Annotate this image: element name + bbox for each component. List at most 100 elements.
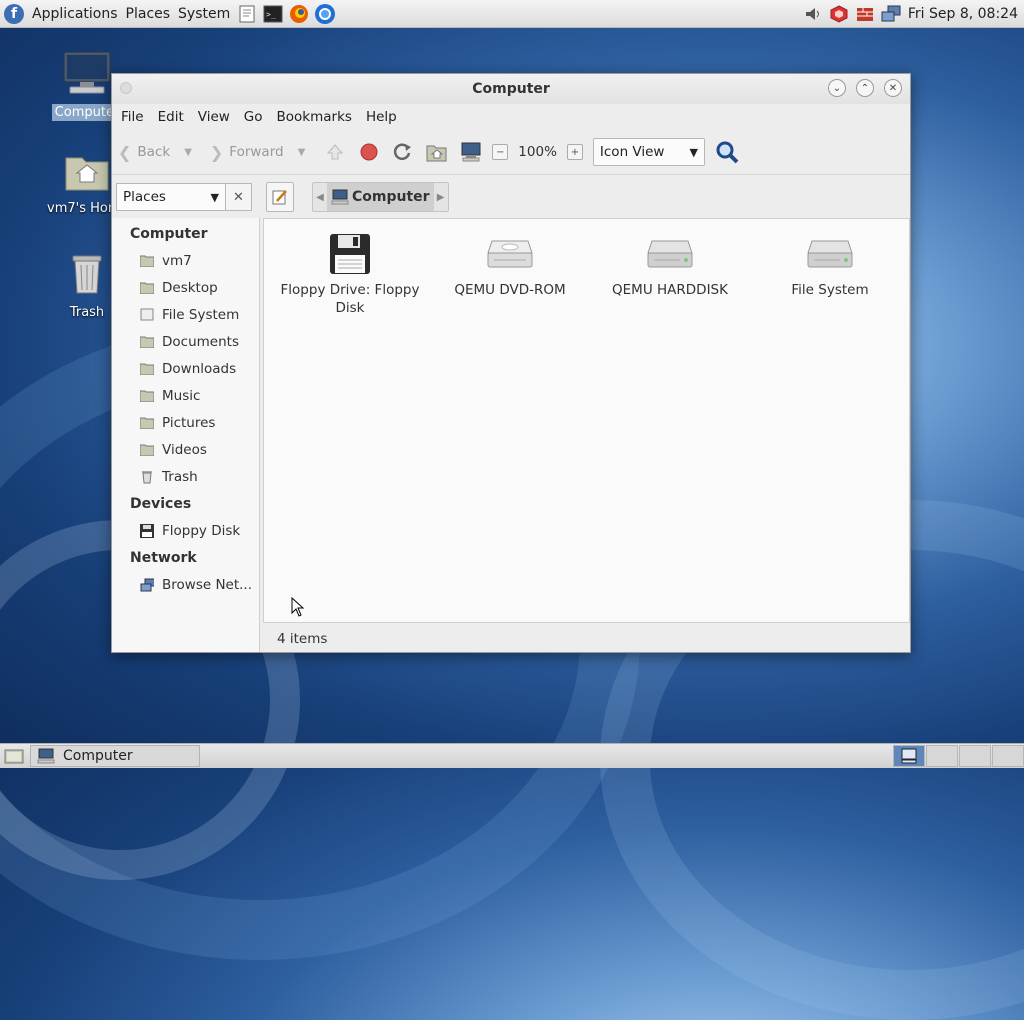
side-pane-label: Places bbox=[123, 189, 166, 205]
breadcrumb-left-icon[interactable]: ◀ bbox=[313, 192, 327, 203]
sidebar-item-label: File System bbox=[162, 306, 240, 323]
back-button[interactable]: ❮ Back ▼ bbox=[118, 143, 192, 162]
maximize-button[interactable]: ⌃ bbox=[856, 79, 874, 97]
firefox-launcher-icon[interactable] bbox=[288, 3, 310, 25]
taskbar-item-label: Computer bbox=[63, 748, 133, 764]
sidebar-item-music[interactable]: Music bbox=[112, 382, 259, 409]
menu-system[interactable]: System bbox=[174, 0, 234, 28]
reload-icon[interactable] bbox=[391, 140, 415, 164]
sidebar-item-pictures[interactable]: Pictures bbox=[112, 409, 259, 436]
sidebar-heading-computer: Computer bbox=[130, 225, 208, 242]
text-editor-launcher-icon[interactable] bbox=[236, 3, 258, 25]
sidebar-item-vm7[interactable]: vm7 bbox=[112, 247, 259, 274]
breadcrumb: ◀ Computer ▶ bbox=[312, 182, 449, 212]
menu-view[interactable]: View bbox=[191, 109, 237, 125]
svg-text:>_: >_ bbox=[266, 10, 276, 19]
menu-applications[interactable]: Applications bbox=[28, 0, 122, 28]
close-button[interactable]: ✕ bbox=[884, 79, 902, 97]
sidebar-item-label: Downloads bbox=[162, 360, 237, 377]
harddisk-icon bbox=[600, 231, 740, 277]
forward-button[interactable]: ❯ Forward ▼ bbox=[210, 143, 305, 162]
workspace-2[interactable] bbox=[926, 745, 958, 767]
forward-history-dropdown-icon[interactable]: ▼ bbox=[298, 147, 306, 158]
fedora-logo-icon[interactable]: f bbox=[4, 3, 24, 24]
sidebar-item-floppy-disk[interactable]: Floppy Disk bbox=[112, 517, 259, 544]
computer-icon bbox=[901, 748, 917, 764]
toggle-location-entry-button[interactable] bbox=[266, 182, 294, 212]
zoom-level[interactable]: 100% bbox=[518, 144, 557, 160]
sidebar-item-label: Pictures bbox=[162, 414, 216, 431]
home-icon[interactable] bbox=[425, 140, 449, 164]
sidebar-item-label: Documents bbox=[162, 333, 239, 350]
sidebar-item-videos[interactable]: Videos bbox=[112, 436, 259, 463]
view-mode-label: Icon View bbox=[599, 144, 665, 160]
window-title: Computer bbox=[472, 81, 550, 97]
network-status-icon[interactable] bbox=[880, 3, 902, 25]
harddisk-icon bbox=[760, 231, 900, 277]
menu-help[interactable]: Help bbox=[359, 109, 404, 125]
package-updater-icon[interactable] bbox=[828, 3, 850, 25]
zoom-in-button[interactable]: + bbox=[566, 144, 583, 160]
menu-edit[interactable]: Edit bbox=[151, 109, 191, 125]
toolbar: ❮ Back ▼ ❯ Forward ▼ − 100% + Icon View … bbox=[112, 130, 910, 175]
file-item-floppy-drive[interactable]: Floppy Drive: Floppy Disk bbox=[280, 231, 420, 317]
sidebar-item-browse-network[interactable]: Browse Net... bbox=[112, 571, 259, 598]
menubar: File Edit View Go Bookmarks Help bbox=[112, 104, 910, 130]
search-icon[interactable] bbox=[715, 140, 739, 164]
workspace-4[interactable] bbox=[992, 745, 1024, 767]
folder-icon bbox=[140, 362, 154, 376]
menu-bookmarks[interactable]: Bookmarks bbox=[270, 109, 359, 125]
side-pane-select[interactable]: Places ▼ bbox=[116, 183, 226, 211]
breadcrumb-computer[interactable]: Computer bbox=[327, 183, 434, 211]
back-arrow-icon: ❮ bbox=[118, 142, 132, 162]
stop-icon[interactable] bbox=[357, 140, 381, 164]
terminal-launcher-icon[interactable]: >_ bbox=[262, 3, 284, 25]
workspace-3[interactable] bbox=[959, 745, 991, 767]
sidebar-item-trash[interactable]: Trash bbox=[112, 463, 259, 490]
view-mode-select[interactable]: Icon View ▼ bbox=[592, 138, 705, 166]
menu-file[interactable]: File bbox=[114, 109, 151, 125]
taskbar-item-computer[interactable]: Computer bbox=[30, 745, 200, 767]
minimize-button[interactable]: ⌄ bbox=[828, 79, 846, 97]
volume-icon[interactable] bbox=[802, 3, 824, 25]
sidebar-item-label: Videos bbox=[162, 441, 207, 458]
firewall-icon[interactable] bbox=[854, 3, 876, 25]
sidebar-heading-network: Network bbox=[130, 549, 197, 566]
item-count: 4 items bbox=[277, 631, 328, 647]
sidebar-item-label: Browse Net... bbox=[162, 576, 253, 593]
back-history-dropdown-icon[interactable]: ▼ bbox=[184, 147, 192, 158]
computer-icon[interactable] bbox=[459, 140, 483, 164]
trash-icon bbox=[140, 470, 154, 484]
clock[interactable]: Fri Sep 8, 08:24 bbox=[904, 6, 1024, 22]
sidebar-item-downloads[interactable]: Downloads bbox=[112, 355, 259, 382]
thunderbird-launcher-icon[interactable] bbox=[314, 3, 336, 25]
file-item-dvd-rom[interactable]: QEMU DVD-ROM bbox=[440, 231, 580, 299]
back-label: Back bbox=[137, 144, 171, 160]
file-item-harddisk[interactable]: QEMU HARDDISK bbox=[600, 231, 740, 299]
top-panel: f Applications Places System >_ Fri Sep … bbox=[0, 0, 1024, 28]
file-item-label: QEMU DVD-ROM bbox=[454, 282, 566, 298]
computer-icon bbox=[37, 748, 55, 764]
floppy-icon bbox=[140, 523, 154, 538]
sidebar-item-file-system[interactable]: File System bbox=[112, 301, 259, 328]
dropdown-arrow-icon: ▼ bbox=[210, 190, 219, 204]
floppy-drive-icon bbox=[280, 231, 420, 277]
titlebar[interactable]: Computer ⌄ ⌃ ✕ bbox=[112, 74, 910, 104]
file-view[interactable]: Floppy Drive: Floppy Disk QEMU DVD-ROM Q… bbox=[263, 218, 910, 623]
zoom-out-button[interactable]: − bbox=[492, 144, 509, 160]
menu-go[interactable]: Go bbox=[237, 109, 270, 125]
workspace-1[interactable] bbox=[893, 745, 925, 767]
breadcrumb-right-icon[interactable]: ▶ bbox=[434, 192, 448, 203]
optical-drive-icon bbox=[440, 231, 580, 277]
up-arrow-icon[interactable] bbox=[323, 140, 347, 164]
sidebar-item-documents[interactable]: Documents bbox=[112, 328, 259, 355]
show-desktop-icon[interactable] bbox=[4, 747, 24, 769]
close-side-pane-button[interactable]: ✕ bbox=[226, 183, 252, 211]
sidebar-item-desktop[interactable]: Desktop bbox=[112, 274, 259, 301]
dropdown-arrow-icon: ▼ bbox=[689, 145, 698, 159]
folder-icon bbox=[140, 335, 154, 349]
videos-folder-icon bbox=[140, 443, 154, 457]
file-item-file-system[interactable]: File System bbox=[760, 231, 900, 299]
plus-icon: + bbox=[570, 146, 580, 158]
menu-places[interactable]: Places bbox=[122, 0, 175, 28]
